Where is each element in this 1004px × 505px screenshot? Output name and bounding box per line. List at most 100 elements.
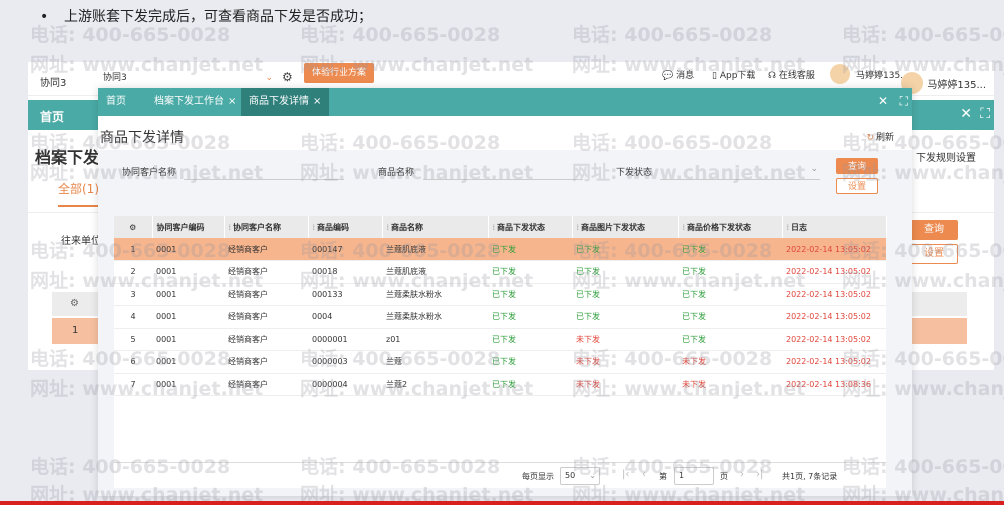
customer-name-input[interactable]	[184, 164, 344, 180]
prev-page-icon[interactable]: ‹	[642, 469, 646, 480]
product-name-input[interactable]	[423, 164, 583, 180]
status-select[interactable]: ⌄	[660, 164, 820, 180]
page-size-select[interactable]: 50 ⌄	[560, 467, 600, 485]
product-table: ⚙ 协同客户编码 ⁞ 协同客户名称 ⁞ 商品编码 ⁞ 商品名称 ⁞ 商品下发状态 ⁞ 商品…	[114, 216, 887, 396]
fullscreen-icon[interactable]: ⛶	[980, 106, 990, 122]
table-row[interactable]: 5 0001 经销商客户 0000001 z01 已下发 未下发 已下发 2022-02-14 …	[114, 328, 886, 351]
next-page-icon[interactable]: ›	[740, 469, 744, 480]
close-icon[interactable]: ×	[228, 96, 236, 107]
col-price-status[interactable]: ⁞ 商品价格下发状态	[678, 216, 783, 238]
messages-link[interactable]: 💬 消息	[662, 68, 694, 81]
product-status-cell: 已下发	[488, 373, 572, 396]
phone-icon: ▯	[712, 71, 717, 81]
col-customer-name[interactable]: ⁞ 协同客户名称	[224, 216, 309, 238]
product-code-cell: 0004	[308, 305, 382, 329]
online-service-label: 在线客服	[778, 71, 815, 81]
col-log[interactable]: ⁞ 日志	[782, 216, 887, 238]
online-service-link[interactable]: ☊ 在线客服	[768, 68, 815, 81]
table-row[interactable]: 4 0001 经销商客户 0004 兰蔻柔肤水粉水 已下发 已下发 已下发 2022-02-14…	[114, 305, 886, 329]
log-cell: 2022-02-14 13:08:36	[782, 373, 886, 396]
customer-name-cell: 经销商客户	[224, 373, 308, 396]
query-button[interactable]: 查询	[836, 158, 878, 174]
caption: • 上游账套下发完成后，可查看商品下发是否成功；	[40, 6, 372, 26]
column-settings[interactable]: ⚙	[114, 216, 153, 238]
log-cell: 2022-02-14 13:05:02	[782, 328, 886, 351]
tab-home[interactable]: 首页	[98, 88, 134, 116]
customer-name-cell: 经销商客户	[224, 328, 308, 351]
column-label: 日志	[791, 222, 808, 232]
close-icon[interactable]: ×	[313, 96, 321, 107]
product-name-cell: 兰蔻	[382, 350, 488, 374]
pagination-summary: 共1页, 7条记录	[782, 472, 838, 481]
product-code-cell: 000133	[308, 283, 382, 306]
caption-text: 上游账套下发完成后，可查看商品下发是否成功；	[64, 9, 372, 25]
close-icon[interactable]: ✕	[878, 94, 888, 108]
fullscreen-icon[interactable]: ⛶	[900, 94, 908, 109]
column-label: 协同客户编码	[156, 222, 205, 232]
bullet: •	[40, 9, 49, 25]
table-row[interactable]: 3 0001 经销商客户 000133 兰蔻柔肤水粉水 已下发 已下发 已下发 2022-02-…	[114, 283, 886, 306]
setting-button[interactable]: 设置	[836, 178, 878, 194]
query-button[interactable]: 查询	[910, 220, 958, 240]
first-page-icon[interactable]: |‹	[622, 469, 629, 480]
refresh-label: 刷新	[875, 133, 894, 143]
account-select-value: 协同3	[103, 73, 127, 83]
col-image-status[interactable]: ⁞ 商品图片下发状态	[572, 216, 679, 238]
setting-button[interactable]: 设置	[910, 244, 958, 264]
table-header-row: ⚙ 协同客户编码 ⁞ 协同客户名称 ⁞ 商品编码 ⁞ 商品名称 ⁞ 商品下发状态 ⁞ 商品…	[114, 216, 887, 238]
product-distribution-modal: 首页 档案下发工作台 × 商品下发详情 × ✕ ⛶ 商品下发详情 ↻ 刷新 协同客户名…	[98, 88, 912, 496]
product-status-cell: 已下发	[488, 350, 572, 374]
table-row[interactable]: 7 0001 经销商客户 0000004 兰蔻2 已下发 未下发 未下发 2022-02-14 …	[114, 373, 886, 396]
column-label: 商品下发状态	[497, 222, 546, 232]
col-product-code[interactable]: ⁞ 商品编码	[308, 216, 383, 238]
modal-tab-bar: 首页 档案下发工作台 × 商品下发详情 × ✕ ⛶	[98, 88, 912, 116]
app-download-link[interactable]: ▯ App下载	[712, 68, 755, 81]
row-index: 5	[114, 328, 152, 351]
chevron-down-icon: ⌄	[589, 471, 596, 480]
user-menu[interactable]: 马婷婷135...	[901, 72, 986, 94]
close-icon[interactable]: ✕	[960, 106, 972, 122]
row-index: 4	[114, 305, 152, 329]
industry-plan-button[interactable]: 体验行业方案	[304, 63, 374, 83]
image-status-cell: 已下发	[572, 283, 678, 306]
drag-handle-icon: ⁞	[786, 222, 790, 232]
product-status-cell: 已下发	[488, 260, 572, 284]
tab-all[interactable]: 全部(1)	[58, 180, 107, 207]
tab-label: 商品下发详情	[249, 96, 309, 107]
tab-home[interactable]: 首页	[40, 108, 64, 125]
drag-handle-icon: ⁞	[228, 222, 232, 232]
table-area: ⚙ 协同客户编码 ⁞ 协同客户名称 ⁞ 商品编码 ⁞ 商品名称 ⁞ 商品下发状态 ⁞ 商品…	[98, 206, 912, 496]
last-page-icon[interactable]: ›|	[756, 469, 763, 480]
tab-product-detail[interactable]: 商品下发详情 ×	[241, 88, 330, 116]
product-status-cell: 已下发	[488, 238, 572, 261]
drag-handle-icon: ⁞	[312, 222, 316, 232]
rule-setting-link[interactable]: 下发规则设置	[916, 149, 976, 164]
product-status-cell: 已下发	[488, 305, 572, 329]
price-status-cell: 已下发	[678, 305, 782, 329]
modal-header: 商品下发详情 ↻ 刷新	[98, 118, 912, 148]
col-product-status[interactable]: ⁞ 商品下发状态	[488, 216, 573, 238]
refresh-button[interactable]: ↻ 刷新	[866, 130, 894, 143]
row-index: 6	[114, 350, 152, 374]
table-row[interactable]: 2 0001 经销商客户 00018 兰蔻肌底液 已下发 已下发 已下发 2022-02-14 …	[114, 260, 886, 284]
message-icon: 💬	[662, 71, 674, 81]
partner-label: 往来单位	[61, 236, 101, 247]
user-name: 马婷婷135...	[927, 79, 986, 91]
gear-icon[interactable]: ⚙	[70, 298, 79, 309]
page-title: 商品下发详情	[100, 130, 184, 146]
drag-handle-icon: ⁞	[492, 222, 496, 232]
log-cell: 2022-02-14 13:05:02	[782, 350, 886, 374]
table-row[interactable]: 1 0001 经销商客户 000147 兰蔻肌底液 已下发 已下发 已下发 2022-02-14…	[114, 238, 886, 261]
tab-workbench[interactable]: 档案下发工作台 ×	[146, 88, 244, 116]
col-customer-code[interactable]: 协同客户编码	[152, 216, 225, 238]
customer-code-cell: 0001	[152, 260, 224, 284]
customer-code-cell: 0001	[152, 328, 224, 351]
col-product-name[interactable]: ⁞ 商品名称	[382, 216, 489, 238]
avatar[interactable]	[830, 64, 850, 84]
product-status-cell: 已下发	[488, 283, 572, 306]
account-select[interactable]: 协同3 ⌄	[103, 68, 273, 88]
page-number-input[interactable]: 1	[674, 467, 714, 485]
gear-icon[interactable]: ⚙	[282, 70, 293, 84]
column-label: 商品编码	[317, 222, 350, 232]
table-row[interactable]: 6 0001 经销商客户 0000003 兰蔻 已下发 未下发 未下发 2022-02-14 1…	[114, 350, 886, 374]
